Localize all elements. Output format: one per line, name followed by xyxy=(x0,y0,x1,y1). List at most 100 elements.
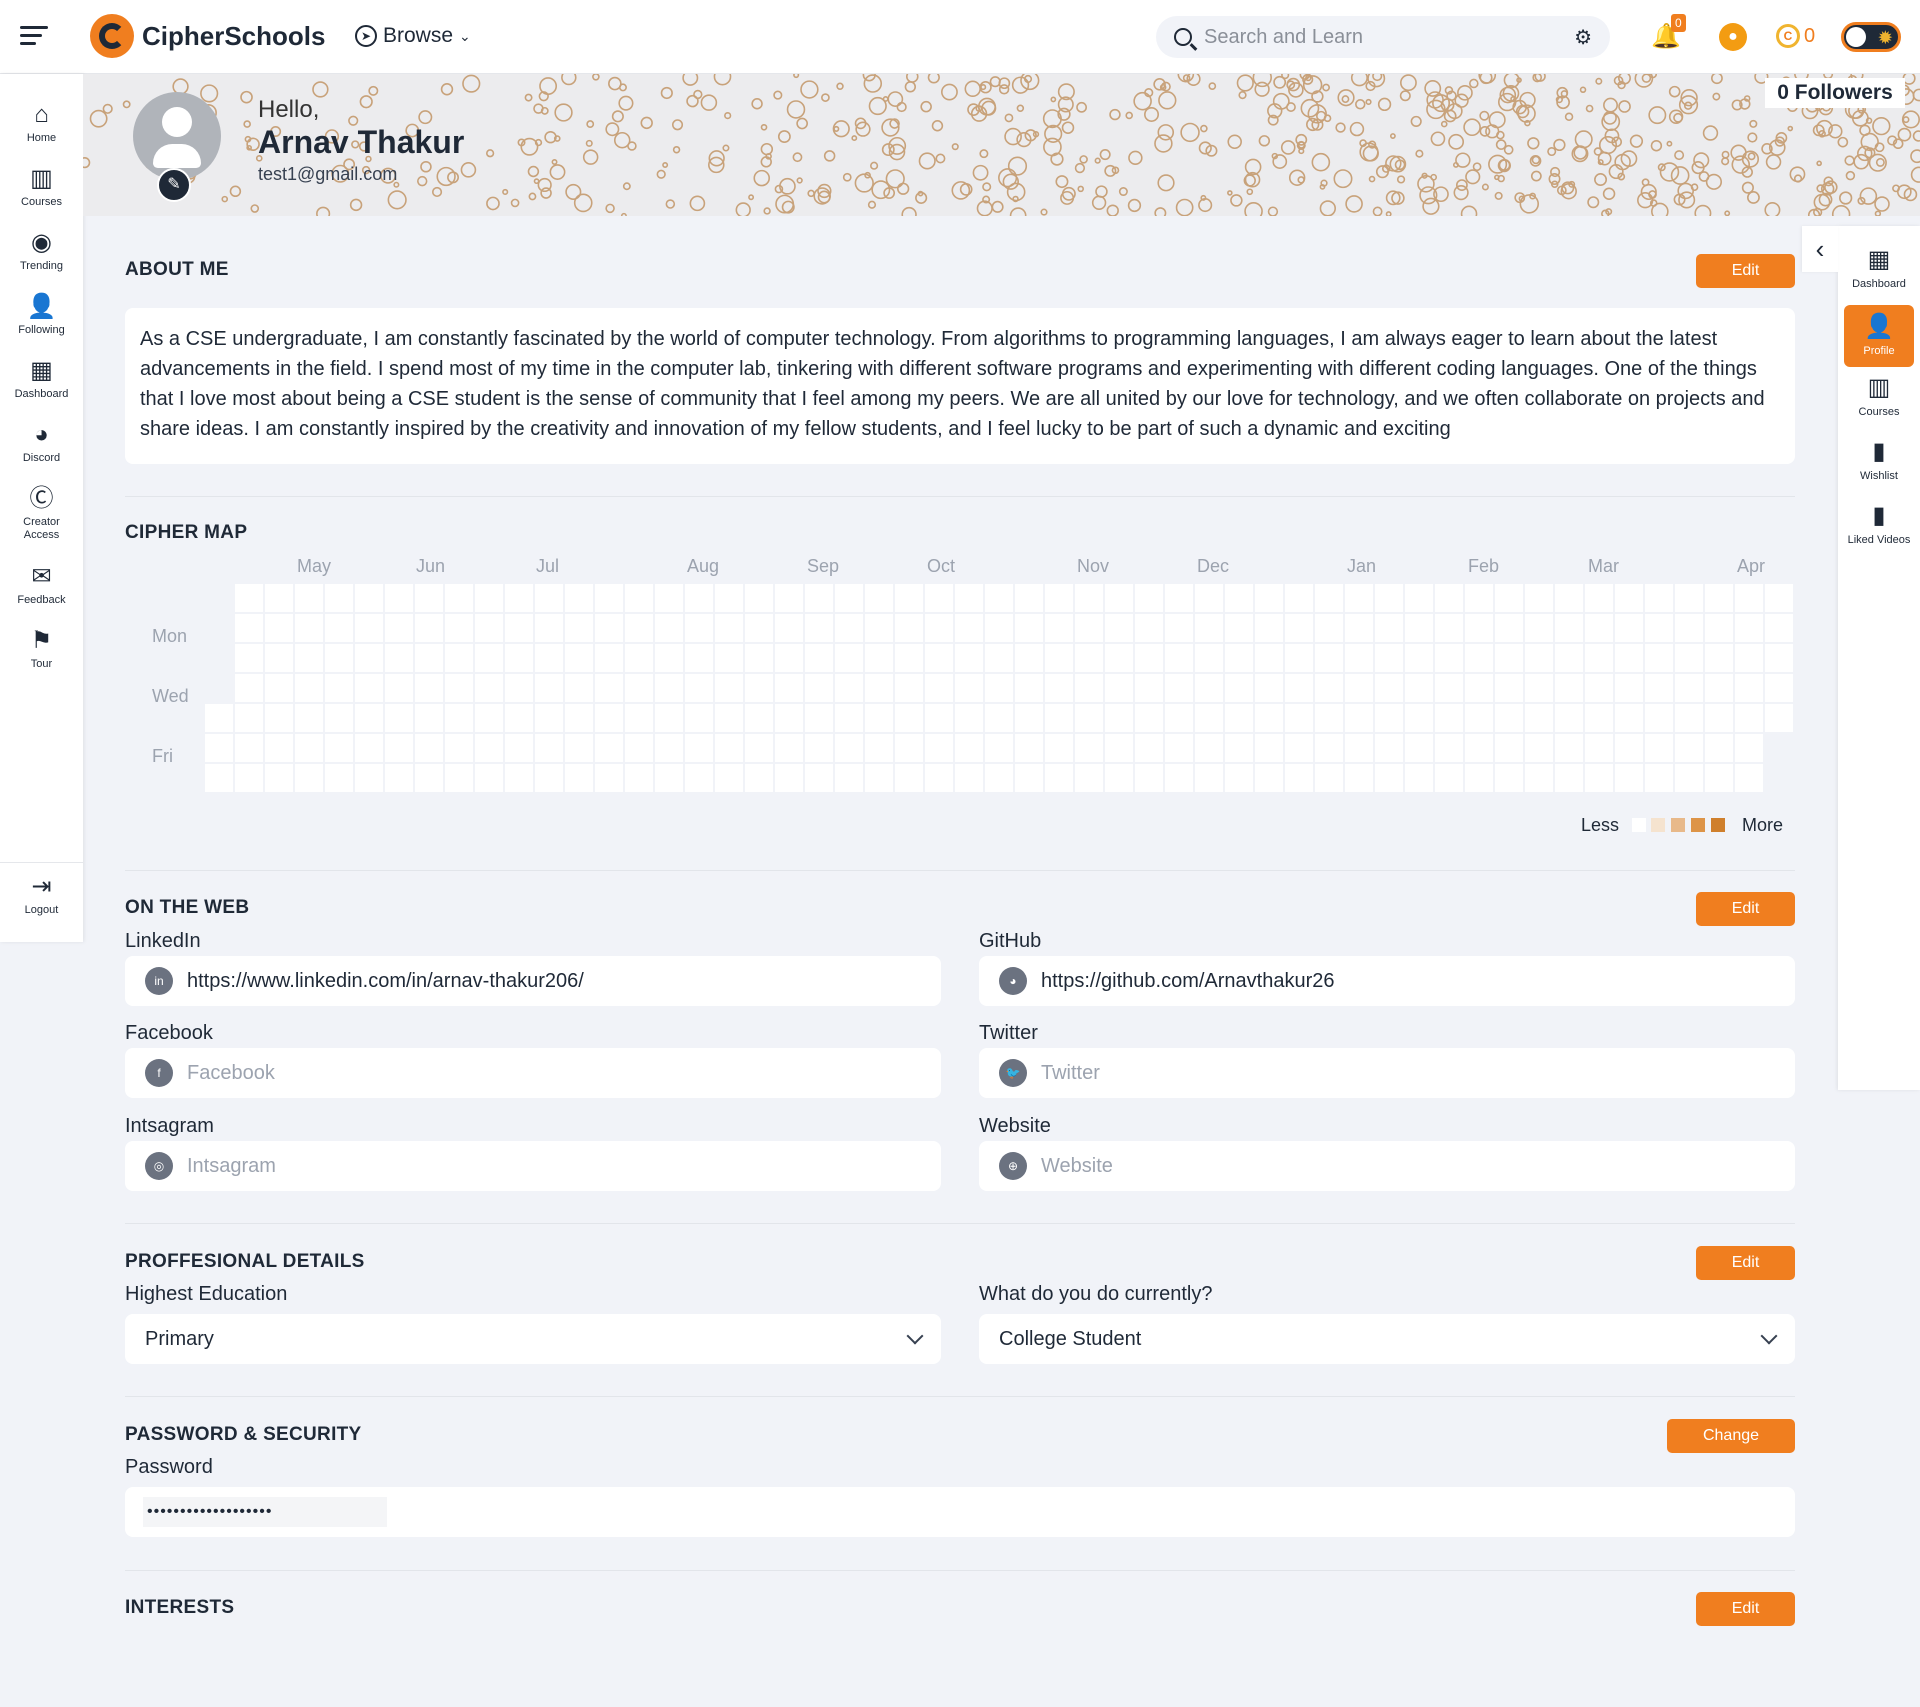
heatmap-cell[interactable] xyxy=(1585,734,1613,762)
heatmap-cell[interactable] xyxy=(985,644,1013,672)
heatmap-cell[interactable] xyxy=(1405,614,1433,642)
heatmap-cell[interactable] xyxy=(445,584,473,612)
heatmap-cell[interactable] xyxy=(1585,764,1613,792)
heatmap-cell[interactable] xyxy=(1645,674,1673,702)
heatmap-cell[interactable] xyxy=(1195,584,1223,612)
heatmap-cell[interactable] xyxy=(1705,734,1733,762)
heatmap-cell[interactable] xyxy=(385,674,413,702)
heatmap-cell[interactable] xyxy=(1615,674,1643,702)
heatmap-cell[interactable] xyxy=(1705,644,1733,672)
heatmap-cell[interactable] xyxy=(1135,764,1163,792)
heatmap-cell[interactable] xyxy=(1675,704,1703,732)
browse-menu[interactable]: ➤ Browse ⌄ xyxy=(355,24,471,48)
heatmap-cell[interactable] xyxy=(475,614,503,642)
heatmap-cell[interactable] xyxy=(1315,584,1343,612)
heatmap-cell[interactable] xyxy=(265,704,293,732)
heatmap-cell[interactable] xyxy=(625,734,653,762)
heatmap-cell[interactable] xyxy=(655,584,683,612)
heatmap-cell[interactable] xyxy=(1495,704,1523,732)
heatmap-cell[interactable] xyxy=(1435,734,1463,762)
heatmap-cell[interactable] xyxy=(1555,644,1583,672)
heatmap-cell[interactable] xyxy=(835,734,863,762)
heatmap-cell[interactable] xyxy=(295,704,323,732)
github-field[interactable]: ◕ https://github.com/Arnavthakur26 xyxy=(979,956,1795,1006)
heatmap-cell[interactable] xyxy=(595,704,623,732)
heatmap-cell[interactable] xyxy=(355,734,383,762)
heatmap-cell[interactable] xyxy=(685,674,713,702)
heatmap-cell[interactable] xyxy=(1675,614,1703,642)
heatmap-cell[interactable] xyxy=(355,614,383,642)
heatmap-cell[interactable] xyxy=(1255,644,1283,672)
heatmap-cell[interactable] xyxy=(1375,674,1403,702)
twitter-field[interactable]: 🐦 Twitter xyxy=(979,1048,1795,1098)
heatmap-cell[interactable] xyxy=(805,704,833,732)
heatmap-cell[interactable] xyxy=(1315,674,1343,702)
heatmap-cell[interactable] xyxy=(1765,704,1793,732)
heatmap-cell[interactable] xyxy=(955,764,983,792)
sidebar-item-trending[interactable]: ◉ Trending xyxy=(0,230,83,273)
followers-count[interactable]: 0 Followers xyxy=(1765,78,1905,108)
heatmap-cell[interactable] xyxy=(955,644,983,672)
heatmap-cell[interactable] xyxy=(1735,584,1763,612)
heatmap-cell[interactable] xyxy=(865,644,893,672)
heatmap-cell[interactable] xyxy=(655,704,683,732)
heatmap-cell[interactable] xyxy=(1435,584,1463,612)
sidebar-item-creator-access[interactable]: Ⓒ Creator Access xyxy=(0,486,83,542)
heatmap-cell[interactable] xyxy=(1165,614,1193,642)
heatmap-cell[interactable] xyxy=(1225,644,1253,672)
education-select[interactable]: Primary xyxy=(125,1314,941,1364)
heatmap-cell[interactable] xyxy=(535,704,563,732)
heatmap-cell[interactable] xyxy=(1165,764,1193,792)
heatmap-cell[interactable] xyxy=(1135,674,1163,702)
heatmap-cell[interactable] xyxy=(895,644,923,672)
heatmap-cell[interactable] xyxy=(535,764,563,792)
heatmap-cell[interactable] xyxy=(955,704,983,732)
heatmap-cell[interactable] xyxy=(895,734,923,762)
heatmap-cell[interactable] xyxy=(715,584,743,612)
heatmap-cell[interactable] xyxy=(1225,764,1253,792)
heatmap-cell[interactable] xyxy=(235,644,263,672)
heatmap-cell[interactable] xyxy=(235,614,263,642)
heatmap-cell[interactable] xyxy=(325,674,353,702)
heatmap-cell[interactable] xyxy=(775,584,803,612)
web-edit-button[interactable]: Edit xyxy=(1696,892,1795,926)
password-field[interactable]: ••••••••••••••••••• xyxy=(125,1487,1795,1537)
heatmap-cell[interactable] xyxy=(205,764,233,792)
heatmap-cell[interactable] xyxy=(1615,614,1643,642)
heatmap-cell[interactable] xyxy=(625,764,653,792)
sidebar-item-logout[interactable]: ⇥ Logout xyxy=(0,874,83,917)
heatmap-cell[interactable] xyxy=(325,614,353,642)
heatmap-cell[interactable] xyxy=(1105,734,1133,762)
heatmap-cell[interactable] xyxy=(1495,614,1523,642)
heatmap-cell[interactable] xyxy=(1495,764,1523,792)
heatmap-cell[interactable] xyxy=(1495,674,1523,702)
heatmap-cell[interactable] xyxy=(595,584,623,612)
heatmap-cell[interactable] xyxy=(1045,674,1073,702)
heatmap-cell[interactable] xyxy=(1405,584,1433,612)
heatmap-cell[interactable] xyxy=(385,614,413,642)
heatmap-cell[interactable] xyxy=(1735,614,1763,642)
heatmap-cell[interactable] xyxy=(865,704,893,732)
heatmap-cell[interactable] xyxy=(265,734,293,762)
heatmap-cell[interactable] xyxy=(385,704,413,732)
heatmap-cell[interactable] xyxy=(1015,614,1043,642)
heatmap-cell[interactable] xyxy=(235,584,263,612)
filter-icon[interactable]: ⚙ xyxy=(1574,25,1592,50)
heatmap-cell[interactable] xyxy=(1315,704,1343,732)
heatmap-cell[interactable] xyxy=(1225,734,1253,762)
heatmap-cell[interactable] xyxy=(415,584,443,612)
heatmap-cell[interactable] xyxy=(1135,614,1163,642)
heatmap-cell[interactable] xyxy=(835,584,863,612)
heatmap-cell[interactable] xyxy=(565,644,593,672)
heatmap-cell[interactable] xyxy=(295,764,323,792)
heatmap-cell[interactable] xyxy=(1585,644,1613,672)
heatmap-cell[interactable] xyxy=(415,734,443,762)
heatmap-cell[interactable] xyxy=(1225,584,1253,612)
heatmap-cell[interactable] xyxy=(1555,734,1583,762)
heatmap-cell[interactable] xyxy=(745,614,773,642)
heatmap-cell[interactable] xyxy=(235,674,263,702)
heatmap-cell[interactable] xyxy=(1705,764,1733,792)
heatmap-cell[interactable] xyxy=(1405,734,1433,762)
heatmap-cell[interactable] xyxy=(1375,764,1403,792)
instagram-field[interactable]: ◎ Intsagram xyxy=(125,1141,941,1191)
